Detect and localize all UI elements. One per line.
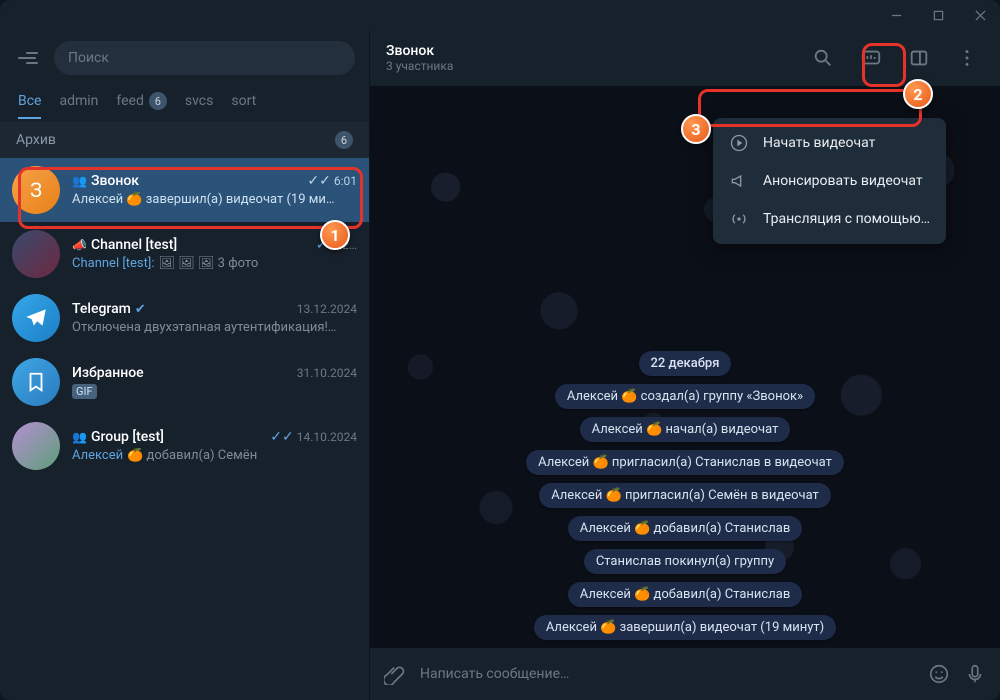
group-icon: 👥: [72, 430, 87, 444]
avatar: [12, 230, 60, 278]
verified-icon: ✔: [135, 302, 146, 317]
voice-button[interactable]: [964, 663, 986, 685]
chat-list: З 👥 Звонок ✓✓ 6:01 Алексей 🍊 завершил(а) в…: [0, 158, 369, 700]
dropdown-start-videochat[interactable]: Начать видеочат: [713, 124, 946, 162]
date-separator: 22 декабря: [639, 351, 732, 376]
search-input[interactable]: Поиск: [54, 41, 355, 75]
avatar: [12, 294, 60, 342]
window-close-button[interactable]: [968, 3, 992, 27]
system-message[interactable]: Алексей 🍊 пригласил(а) Станислав в видео…: [526, 450, 844, 475]
avatar: [12, 358, 60, 406]
chat-item-telegram[interactable]: Telegram ✔ 13.12.2024 Отключена двухэтапн…: [0, 286, 369, 350]
read-check-icon: ✓✓: [270, 430, 293, 444]
titlebar: [0, 0, 1000, 30]
folder-tab-sort[interactable]: sort: [231, 93, 256, 119]
chat-name-label: Telegram: [72, 301, 131, 317]
chat-title: Звонок: [386, 43, 792, 59]
chat-snippet: Алексей 🍊 добавил(а) Семён: [72, 448, 357, 463]
telegram-icon: [23, 305, 49, 331]
bookmark-icon: [25, 371, 47, 393]
chat-name-label: Избранное: [72, 365, 144, 381]
attach-button[interactable]: [384, 663, 406, 685]
dropdown-label: Анонсировать видеочат: [763, 173, 923, 189]
chat-header: Звонок 3 участника: [370, 30, 1000, 86]
emoji-button[interactable]: [928, 663, 950, 685]
hamburger-menu-button[interactable]: [14, 44, 42, 72]
annotation-step-1: 1: [320, 220, 350, 250]
chat-time: 14.10.2024: [297, 430, 357, 444]
chat-snippet: Channel [test]: 🖼 🖼 🖼 3 фото: [72, 256, 357, 271]
sidebar: Поиск Все admin feed6 svcs sort Архив 6 …: [0, 30, 370, 700]
folder-tab-admin[interactable]: admin: [59, 93, 98, 119]
system-message[interactable]: Алексей 🍊 завершил(а) видеочат (19 минут…: [534, 615, 836, 640]
chat-snippet: Отключена двухэтапная аутентификация!…: [72, 320, 357, 335]
chat-subtitle: 3 участника: [386, 59, 792, 73]
system-message[interactable]: Алексей 🍊 пригласил(а) Семён в видеочат: [539, 483, 831, 508]
chat-time: 31.10.2024: [297, 366, 357, 380]
system-message[interactable]: Алексей 🍊 начал(а) видеочат: [580, 417, 791, 442]
avatar: [12, 422, 60, 470]
chat-snippet: Алексей 🍊 завершил(а) видеочат (19 ми…: [72, 192, 357, 207]
chat-name-label: Group [test]: [91, 429, 164, 445]
archive-label: Архив: [16, 132, 56, 148]
system-message[interactable]: Станислав покинул(а) группу: [584, 549, 786, 574]
megaphone-icon: [729, 171, 749, 191]
chat-time: 6:01: [334, 174, 357, 188]
more-icon: [956, 47, 978, 69]
play-circle-icon: [729, 133, 749, 153]
video-chat-dropdown: Начать видеочат Анонсировать видеочат Тр…: [713, 118, 946, 244]
microphone-icon: [964, 663, 986, 685]
folder-tab-feed[interactable]: feed6: [116, 92, 166, 120]
chat-item-group-test[interactable]: 👥 Group [test] ✓✓ 14.10.2024 Алексей 🍊 доб…: [0, 414, 369, 478]
dropdown-label: Начать видеочат: [763, 135, 875, 151]
chat-title-block[interactable]: Звонок 3 участника: [386, 43, 792, 73]
video-chat-icon: [860, 47, 882, 69]
annotation-step-2: 2: [903, 79, 933, 109]
dropdown-announce-videochat[interactable]: Анонсировать видеочат: [713, 162, 946, 200]
chat-item-zvonok[interactable]: З 👥 Звонок ✓✓ 6:01 Алексей 🍊 завершил(а) в…: [0, 158, 369, 222]
chat-name-label: Звонок: [91, 173, 139, 189]
message-input[interactable]: Написать сообщение…: [420, 666, 914, 682]
archive-badge: 6: [335, 131, 353, 149]
dropdown-stream-with[interactable]: Трансляция с помощью…: [713, 200, 946, 238]
chat-name-label: Channel [test]: [91, 237, 177, 253]
annotation-step-3: 3: [681, 114, 711, 144]
panel-icon: [908, 47, 930, 69]
paperclip-icon: [384, 663, 406, 685]
search-in-chat-button[interactable]: [806, 41, 840, 75]
window-minimize-button[interactable]: [884, 3, 908, 27]
message-input-bar: Написать сообщение…: [370, 648, 1000, 700]
more-menu-button[interactable]: [950, 41, 984, 75]
system-message[interactable]: Алексей 🍊 добавил(а) Станислав: [568, 582, 803, 607]
smile-icon: [928, 663, 950, 685]
megaphone-icon: 📣: [72, 238, 87, 252]
side-panel-button[interactable]: [902, 41, 936, 75]
broadcast-icon: [729, 209, 749, 229]
chat-item-channel-test[interactable]: 📣Channel [test] ✓✓2… Channel [test]: 🖼 🖼…: [0, 222, 369, 286]
group-icon: 👥: [72, 174, 87, 188]
read-check-icon: ✓✓: [307, 174, 330, 188]
archive-row[interactable]: Архив 6: [0, 122, 369, 158]
folder-tab-svcs[interactable]: svcs: [185, 93, 213, 119]
chat-item-saved[interactable]: Избранное 31.10.2024 GIF: [0, 350, 369, 414]
chat-time: 13.12.2024: [297, 302, 357, 316]
system-message[interactable]: Алексей 🍊 добавил(а) Станислав: [568, 516, 803, 541]
window-maximize-button[interactable]: [926, 3, 950, 27]
system-message[interactable]: Алексей 🍊 создал(а) группу «Звонок»: [555, 384, 815, 409]
folder-tab-all[interactable]: Все: [18, 93, 41, 119]
dropdown-label: Трансляция с помощью…: [763, 211, 930, 227]
chat-snippet: GIF: [72, 384, 357, 399]
folder-tabs: Все admin feed6 svcs sort: [0, 86, 369, 122]
avatar: З: [12, 166, 60, 214]
search-icon: [812, 47, 834, 69]
video-chat-button[interactable]: [854, 41, 888, 75]
